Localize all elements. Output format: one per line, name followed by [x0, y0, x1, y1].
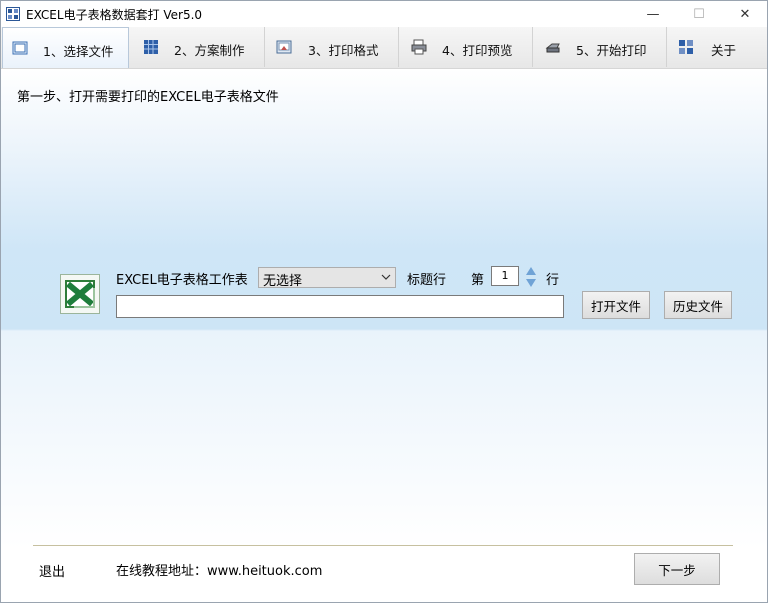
- title-bar: EXCEL电子表格数据套打 Ver5.0 — ☐ ✕: [1, 1, 767, 27]
- header-row-input[interactable]: 1: [491, 266, 519, 286]
- next-step-button[interactable]: 下一步: [634, 553, 720, 585]
- format-icon: [276, 40, 292, 54]
- tab-label: 2、方案制作: [174, 43, 245, 58]
- row-suffix-label: 行: [546, 273, 560, 288]
- printer-icon: [545, 43, 560, 53]
- history-file-button[interactable]: 历史文件: [664, 291, 732, 319]
- step-panel: 第一步、打开需要打印的EXCEL电子表格文件 EXCEL电子表格工作表 无选择 …: [1, 69, 767, 602]
- tab-select-file[interactable]: 1、选择文件: [2, 27, 129, 68]
- maximize-icon: ☐: [693, 6, 705, 22]
- footer-divider: [33, 545, 733, 546]
- tab-print-preview[interactable]: 4、打印预览: [399, 27, 533, 67]
- file-path-input[interactable]: [116, 295, 564, 318]
- worksheet-select-value: 无选择: [263, 274, 303, 289]
- window-title: EXCEL电子表格数据套打 Ver5.0: [26, 8, 203, 22]
- stepper-down-icon[interactable]: [526, 279, 536, 287]
- header-row-label: 标题行: [407, 273, 447, 288]
- app-window: EXCEL电子表格数据套打 Ver5.0 — ☐ ✕ 1、选择文件 2、方案制作: [0, 0, 768, 603]
- stepper-up-icon[interactable]: [526, 267, 536, 275]
- close-button[interactable]: ✕: [723, 1, 767, 27]
- minimize-button[interactable]: —: [631, 1, 675, 27]
- chevron-down-icon: [381, 274, 391, 280]
- row-stepper[interactable]: [524, 265, 538, 289]
- step-tab-bar: 1、选择文件 2、方案制作 3、打印格式 4、打印预览 5、开始打印 关于: [1, 27, 767, 69]
- tab-label: 3、打印格式: [308, 43, 379, 58]
- tab-label: 5、开始打印: [576, 43, 647, 58]
- exit-link[interactable]: 退出: [39, 561, 65, 580]
- row-prefix-label: 第: [471, 273, 485, 288]
- step-title: 第一步、打开需要打印的EXCEL电子表格文件: [17, 90, 279, 105]
- tab-label: 关于: [711, 43, 737, 58]
- maximize-button[interactable]: ☐: [677, 1, 721, 27]
- print-preview-icon: [411, 39, 427, 55]
- tab-start-print[interactable]: 5、开始打印: [533, 27, 667, 67]
- open-file-button[interactable]: 打开文件: [582, 291, 650, 319]
- tab-print-format[interactable]: 3、打印格式: [265, 27, 399, 67]
- worksheet-select[interactable]: 无选择: [258, 267, 396, 289]
- tab-label: 1、选择文件: [43, 44, 114, 59]
- about-icon: [679, 40, 693, 54]
- tutorial-url[interactable]: 在线教程地址：www.heituok.com: [116, 560, 322, 579]
- close-icon: ✕: [739, 6, 751, 22]
- worksheet-label: EXCEL电子表格工作表: [116, 273, 248, 288]
- excel-icon: [60, 274, 100, 314]
- app-icon: [6, 7, 20, 21]
- tab-label: 4、打印预览: [442, 43, 513, 58]
- minimize-icon: —: [646, 6, 660, 22]
- open-file-icon: [12, 41, 28, 55]
- grid-icon: [144, 40, 158, 54]
- tab-about[interactable]: 关于: [667, 27, 767, 67]
- tab-scheme[interactable]: 2、方案制作: [131, 27, 265, 67]
